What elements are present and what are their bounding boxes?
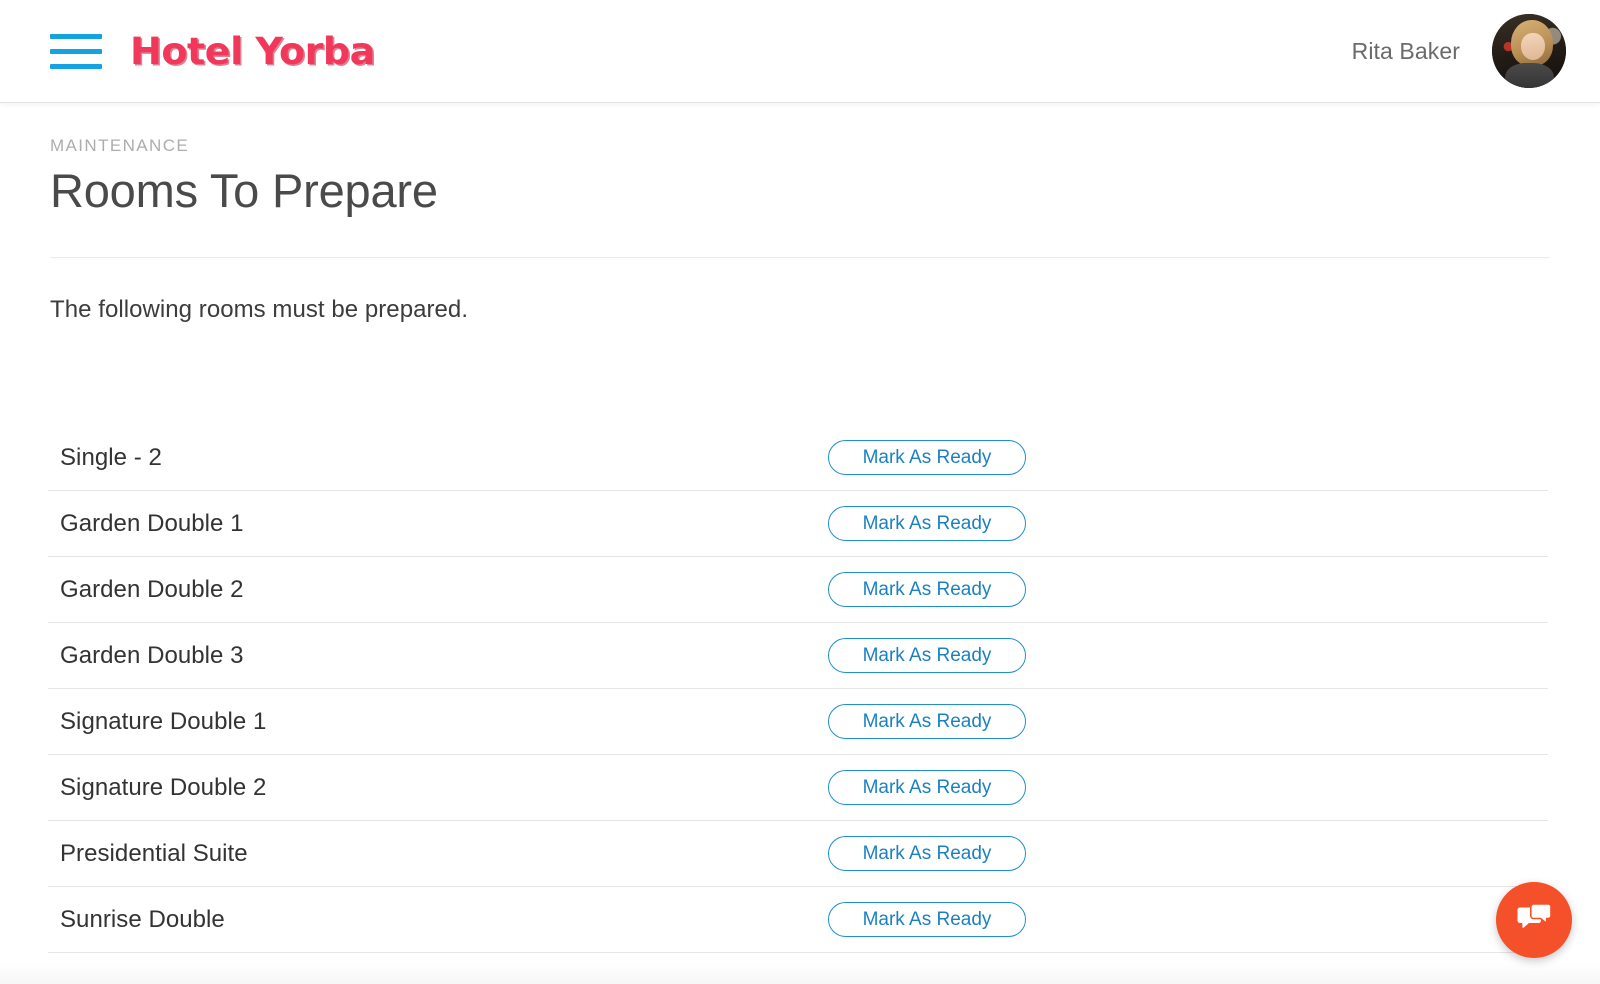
room-name-label: Garden Double 1 xyxy=(60,509,244,537)
table-row: Garden Double 1 Mark As Ready xyxy=(48,491,1548,557)
rooms-to-prepare-list: Single - 2 Mark As Ready Garden Double 1 Ma… xyxy=(48,425,1548,953)
viewport-bottom-shadow xyxy=(0,962,1600,984)
hamburger-bar-1 xyxy=(50,33,102,39)
mark-as-ready-button[interactable]: Mark As Ready xyxy=(828,572,1026,607)
mark-as-ready-button[interactable]: Mark As Ready xyxy=(828,902,1026,937)
room-name-label: Signature Double 2 xyxy=(60,773,267,801)
mark-as-ready-button[interactable]: Mark As Ready xyxy=(828,638,1026,673)
hamburger-menu-icon[interactable] xyxy=(50,31,102,71)
intro-text: The following rooms must be prepared. xyxy=(50,295,469,323)
brand-logo[interactable]: Hotel Yorba xyxy=(130,33,375,70)
room-name-label: Presidential Suite xyxy=(60,839,248,867)
table-row: Garden Double 3 Mark As Ready xyxy=(48,623,1548,689)
table-row: Garden Double 2 Mark As Ready xyxy=(48,557,1548,623)
mark-as-ready-button[interactable]: Mark As Ready xyxy=(828,770,1026,805)
app-viewport: Hotel Yorba Rita Baker MAINTENANCE Rooms… xyxy=(0,0,1600,984)
room-name-label: Signature Double 1 xyxy=(60,707,267,735)
chat-widget-button[interactable] xyxy=(1496,882,1572,958)
chat-bubbles-icon xyxy=(1514,903,1554,937)
page-header-block: MAINTENANCE Rooms To Prepare xyxy=(0,103,1600,219)
avatar[interactable] xyxy=(1492,14,1566,88)
room-name-label: Garden Double 3 xyxy=(60,641,244,669)
avatar-face xyxy=(1520,33,1545,60)
mark-as-ready-button[interactable]: Mark As Ready xyxy=(828,506,1026,541)
room-name-label: Single - 2 xyxy=(60,443,162,471)
hamburger-bar-2 xyxy=(50,48,102,54)
room-name-label: Garden Double 2 xyxy=(60,575,244,603)
table-row: Signature Double 1 Mark As Ready xyxy=(48,689,1548,755)
hamburger-bar-3 xyxy=(50,63,102,69)
main-content: MAINTENANCE Rooms To Prepare The followi… xyxy=(0,103,1600,984)
room-name-label: Sunrise Double xyxy=(60,905,225,933)
header-divider xyxy=(50,256,1550,258)
mark-as-ready-button[interactable]: Mark As Ready xyxy=(828,836,1026,871)
site-header: Hotel Yorba Rita Baker xyxy=(0,0,1600,103)
header-left-group: Hotel Yorba xyxy=(50,0,375,102)
table-row: Single - 2 Mark As Ready xyxy=(48,425,1548,491)
table-row: Sunrise Double Mark As Ready xyxy=(48,887,1548,953)
table-row: Presidential Suite Mark As Ready xyxy=(48,821,1548,887)
avatar-body xyxy=(1505,62,1555,88)
header-right-group: Rita Baker xyxy=(1352,0,1566,102)
mark-as-ready-button[interactable]: Mark As Ready xyxy=(828,704,1026,739)
page-title: Rooms To Prepare xyxy=(50,164,438,218)
table-row: Signature Double 2 Mark As Ready xyxy=(48,755,1548,821)
user-name-label: Rita Baker xyxy=(1351,37,1460,64)
mark-as-ready-button[interactable]: Mark As Ready xyxy=(828,440,1026,475)
breadcrumb-eyebrow: MAINTENANCE xyxy=(50,136,190,155)
